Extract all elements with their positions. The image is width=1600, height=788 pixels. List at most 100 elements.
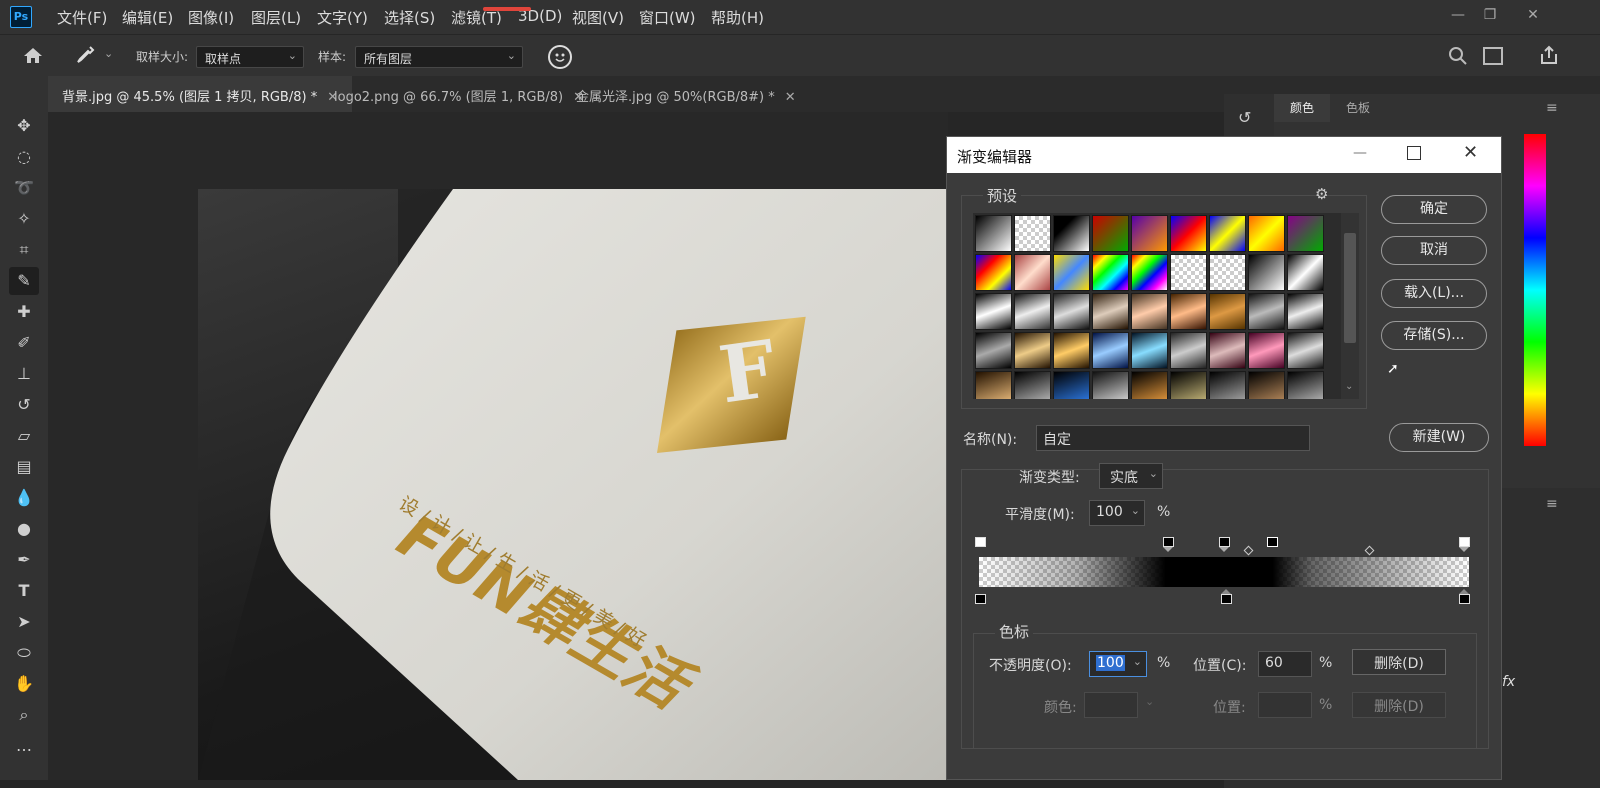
tab-background-jpg[interactable]: 背景.jpg @ 45.5% (图层 1 拷贝, RGB/8) * ✕ bbox=[48, 76, 353, 112]
preset-swatch[interactable] bbox=[1209, 332, 1246, 369]
preset-swatch[interactable] bbox=[1287, 215, 1324, 252]
preset-swatch[interactable] bbox=[1170, 293, 1207, 330]
dodge-tool-icon[interactable]: ● bbox=[9, 515, 39, 543]
maximize-icon[interactable] bbox=[1407, 146, 1421, 160]
gradient-type-select[interactable]: 实底 ⌄ bbox=[1099, 463, 1163, 489]
preset-swatch[interactable] bbox=[1170, 254, 1207, 291]
preset-swatch[interactable] bbox=[1209, 254, 1246, 291]
location-input[interactable]: 60 bbox=[1258, 651, 1312, 677]
preset-swatch[interactable] bbox=[1248, 215, 1285, 252]
preset-swatch[interactable] bbox=[1248, 254, 1285, 291]
sample-ring-icon[interactable] bbox=[548, 45, 572, 69]
sample-size-select[interactable]: 取样点 ⌄ bbox=[196, 46, 304, 68]
tab-logo2-png[interactable]: logo2.png @ 66.7% (图层 1, RGB/8) ✕ bbox=[320, 76, 598, 112]
tab-metal-jpg[interactable]: 金属光泽.jpg @ 50%(RGB/8#) * ✕ bbox=[562, 76, 810, 112]
brush-tool-icon[interactable]: ✐ bbox=[9, 329, 39, 357]
preset-swatch[interactable] bbox=[1014, 293, 1051, 330]
crop-tool-icon[interactable]: ⌗ bbox=[9, 236, 39, 264]
opacity-stop[interactable] bbox=[1163, 537, 1174, 552]
preset-swatch[interactable] bbox=[1053, 254, 1090, 291]
canvas-area[interactable]: F FUN肆生活 设 / 计 / 让 / 生 / 活 / 更 / 美 / 好 bbox=[48, 112, 948, 780]
eyedropper-icon[interactable] bbox=[74, 44, 96, 66]
preset-swatch[interactable] bbox=[975, 254, 1012, 291]
close-icon[interactable]: ✕ bbox=[1463, 142, 1478, 163]
new-button[interactable]: 新建(W) bbox=[1389, 423, 1489, 452]
cancel-button[interactable]: 取消 bbox=[1381, 236, 1487, 265]
zoom-tool-icon[interactable]: ⌕ bbox=[9, 701, 39, 729]
color-stop[interactable] bbox=[1221, 589, 1232, 605]
preset-swatch[interactable] bbox=[1170, 332, 1207, 369]
marquee-tool-icon[interactable]: ◌ bbox=[9, 143, 39, 171]
magic-wand-tool-icon[interactable]: ✧ bbox=[9, 205, 39, 233]
preset-swatch[interactable] bbox=[1092, 293, 1129, 330]
preset-swatch[interactable] bbox=[1131, 332, 1168, 369]
preset-scrollbar[interactable]: ⌄ bbox=[1341, 213, 1359, 399]
history-brush-tool-icon[interactable]: ↺ bbox=[9, 391, 39, 419]
preset-swatch[interactable] bbox=[1053, 293, 1090, 330]
preset-swatch[interactable] bbox=[1248, 332, 1285, 369]
preset-swatch[interactable] bbox=[975, 332, 1012, 369]
close-icon[interactable]: ✕ bbox=[785, 90, 796, 105]
more-tools-icon[interactable]: … bbox=[9, 732, 39, 760]
gradient-preview-bar[interactable] bbox=[979, 557, 1469, 587]
preset-swatch[interactable] bbox=[1053, 215, 1090, 252]
menu-view[interactable]: 视图(V) bbox=[572, 7, 624, 28]
gradient-tool-icon[interactable]: ▤ bbox=[9, 453, 39, 481]
preset-swatch[interactable] bbox=[1053, 371, 1090, 399]
delete-color-stop-button[interactable]: 删除(D) bbox=[1352, 692, 1446, 718]
chevron-down-icon[interactable]: ⌄ bbox=[1345, 381, 1353, 392]
fx-icon[interactable]: fx bbox=[1502, 674, 1515, 690]
preset-swatch[interactable] bbox=[975, 371, 1012, 399]
menu-select[interactable]: 选择(S) bbox=[384, 7, 435, 28]
preset-swatch[interactable] bbox=[1287, 293, 1324, 330]
save-button[interactable]: 存储(S)... bbox=[1381, 321, 1487, 350]
opacity-stop[interactable] bbox=[975, 537, 986, 551]
preset-swatch[interactable] bbox=[1092, 371, 1129, 399]
preset-swatch[interactable] bbox=[1014, 371, 1051, 399]
delete-opacity-stop-button[interactable]: 删除(D) bbox=[1352, 649, 1446, 675]
preset-swatch[interactable] bbox=[1092, 215, 1129, 252]
type-tool-icon[interactable]: T bbox=[9, 577, 39, 605]
scrollbar-thumb[interactable] bbox=[1344, 233, 1356, 343]
preset-swatch[interactable] bbox=[1053, 332, 1090, 369]
preset-swatch[interactable] bbox=[1287, 254, 1324, 291]
menu-layer[interactable]: 图层(L) bbox=[251, 7, 301, 28]
menu-type[interactable]: 文字(Y) bbox=[317, 7, 368, 28]
preset-swatch[interactable] bbox=[1014, 254, 1051, 291]
preset-swatch[interactable] bbox=[1170, 215, 1207, 252]
menu-file[interactable]: 文件(F) bbox=[57, 7, 107, 28]
color-stop[interactable] bbox=[1459, 589, 1470, 605]
menu-help[interactable]: 帮助(H) bbox=[711, 7, 764, 28]
preset-swatch[interactable] bbox=[1131, 293, 1168, 330]
shape-tool-icon[interactable]: ⬭ bbox=[9, 639, 39, 667]
name-input[interactable]: 自定 bbox=[1036, 425, 1310, 451]
color-location-input[interactable] bbox=[1258, 692, 1312, 718]
opacity-input[interactable]: 100 ⌄ bbox=[1089, 651, 1147, 677]
dialog-titlebar[interactable]: 渐变编辑器 — ✕ bbox=[947, 137, 1501, 173]
color-swatch[interactable] bbox=[1084, 692, 1138, 718]
hand-tool-icon[interactable]: ✋ bbox=[9, 670, 39, 698]
smoothness-input[interactable]: 100 ⌄ bbox=[1089, 500, 1145, 526]
healing-tool-icon[interactable]: ✚ bbox=[9, 298, 39, 326]
panel-menu-icon[interactable]: ≡ bbox=[1546, 100, 1558, 116]
preset-swatch[interactable] bbox=[1092, 254, 1129, 291]
panel-collapse-bar[interactable] bbox=[1224, 76, 1600, 94]
stamp-tool-icon[interactable]: ⊥ bbox=[9, 360, 39, 388]
preset-swatch[interactable] bbox=[1209, 215, 1246, 252]
color-stop[interactable] bbox=[975, 589, 986, 605]
minimize-icon[interactable]: — bbox=[1353, 145, 1367, 161]
path-select-tool-icon[interactable]: ➤ bbox=[9, 608, 39, 636]
tab-color[interactable]: 颜色 bbox=[1274, 94, 1330, 122]
opacity-stop[interactable] bbox=[1219, 537, 1230, 552]
lasso-tool-icon[interactable]: ➰ bbox=[9, 174, 39, 202]
search-icon[interactable] bbox=[1448, 46, 1468, 66]
preset-swatch[interactable] bbox=[1248, 293, 1285, 330]
preset-swatch[interactable] bbox=[1131, 254, 1168, 291]
menu-window[interactable]: 窗口(W) bbox=[639, 7, 696, 28]
preset-swatch[interactable] bbox=[975, 215, 1012, 252]
preset-swatch[interactable] bbox=[1170, 371, 1207, 399]
move-tool-icon[interactable]: ✥ bbox=[9, 112, 39, 140]
close-icon[interactable]: ✕ bbox=[1521, 4, 1545, 26]
tab-swatches[interactable]: 色板 bbox=[1330, 94, 1386, 122]
preset-swatch[interactable] bbox=[1014, 332, 1051, 369]
